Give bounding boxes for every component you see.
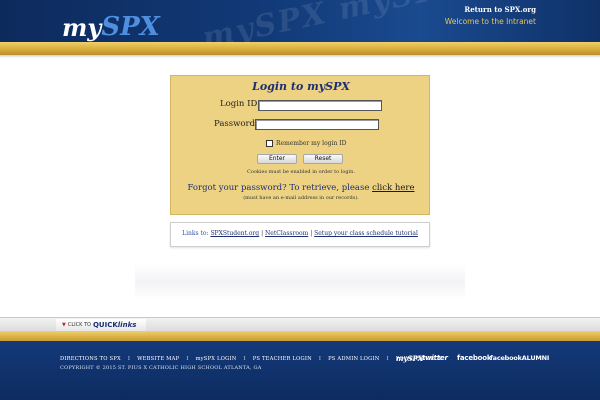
- quicklinks-click-to: CLICK TO: [67, 322, 91, 328]
- myspx-logo[interactable]: my SPX: [62, 4, 160, 40]
- facebook-alumni-icon[interactable]: facebookALUMNI: [490, 354, 549, 362]
- quicklinks-links: links: [117, 321, 137, 329]
- enter-button[interactable]: Enter: [257, 154, 297, 164]
- footer-link-ps-admin-login[interactable]: PS ADMIN LOGIN: [328, 356, 379, 362]
- logo-spx-text: SPX: [101, 12, 160, 42]
- decorative-shade: [135, 264, 465, 300]
- header-gold-band: [0, 42, 600, 55]
- footer-link-directions[interactable]: DIRECTIONS TO SPX: [60, 356, 121, 362]
- login-id-label: Login ID:: [220, 99, 261, 109]
- twitter-icon[interactable]: twitter: [422, 354, 448, 362]
- quicklinks-quick: QUICK: [92, 321, 118, 329]
- triangle-down-icon: ▼: [62, 321, 66, 328]
- login-id-input[interactable]: [258, 100, 382, 111]
- remember-row: Remember my login ID: [266, 140, 346, 147]
- forgot-password-prompt: Forgot your password? To retrieve, pleas…: [187, 183, 370, 193]
- links-separator: |: [310, 230, 313, 237]
- link-class-schedule-tutorial[interactable]: Setup your class schedule tutorial: [314, 230, 418, 237]
- links-separator: |: [261, 230, 264, 237]
- footer-links: DIRECTIONS TO SPX I WEBSITE MAP I mySPX …: [60, 356, 443, 362]
- header-watermark: mySPX mySPX: [199, 0, 466, 42]
- link-netclassroom[interactable]: NetClassroom: [265, 230, 308, 237]
- forgot-password-text: Forgot your password? To retrieve, pleas…: [171, 183, 431, 193]
- footer-link-myspx-login[interactable]: mySPX LOGIN: [196, 356, 237, 362]
- links-box: Links to: SPXStudent.org | NetClassroom …: [170, 222, 430, 247]
- password-input[interactable]: [255, 119, 379, 130]
- login-title: Login to mySPX: [252, 80, 350, 93]
- quicklinks-strip: ▼ CLICK TO QUICKlinks: [0, 317, 600, 331]
- header-shadow: [0, 55, 600, 58]
- site-footer: DIRECTIONS TO SPX I WEBSITE MAP I mySPX …: [0, 341, 600, 400]
- footer-separator: I: [318, 356, 322, 362]
- footer-separator: I: [386, 356, 389, 362]
- login-panel: Login to mySPX Login ID: Password: Remem…: [170, 75, 430, 215]
- footer-gold-band: [0, 331, 600, 341]
- footer-separator: I: [243, 356, 246, 362]
- footer-separator: I: [127, 356, 131, 362]
- link-spxstudent[interactable]: SPXStudent.org: [210, 230, 259, 237]
- email-note: (must have an e-mail address in our reco…: [243, 195, 359, 201]
- myspx-footer-logo[interactable]: mySPX: [396, 354, 423, 363]
- reset-button[interactable]: Reset: [303, 154, 343, 164]
- quicklinks-button[interactable]: ▼ CLICK TO QUICKlinks: [56, 319, 146, 331]
- site-header: mySPX mySPX my SPX Return to SPX.org Wel…: [0, 0, 600, 42]
- welcome-text: Welcome to the Intranet: [444, 17, 536, 26]
- forgot-password-link[interactable]: click here: [372, 183, 414, 193]
- remember-checkbox[interactable]: [266, 140, 273, 147]
- cookie-note: Cookies must be enabled in order to logi…: [247, 169, 355, 175]
- links-prefix: Links to:: [182, 230, 209, 237]
- copyright-text: COPYRIGHT © 2015 ST. PIUS X CATHOLIC HIG…: [60, 365, 262, 371]
- footer-separator: I: [186, 356, 189, 362]
- return-to-spx-link[interactable]: Return to SPX.org: [464, 5, 536, 14]
- remember-label: Remember my login ID: [276, 140, 347, 147]
- quicklinks-label: QUICKlinks: [93, 321, 136, 329]
- footer-link-website-map[interactable]: WEBSITE MAP: [137, 356, 179, 362]
- footer-link-ps-teacher-login[interactable]: PS TEACHER LOGIN: [253, 356, 312, 362]
- facebook-icon[interactable]: facebook: [457, 354, 492, 362]
- logo-my-text: my: [62, 13, 102, 42]
- password-label: Password:: [214, 119, 258, 129]
